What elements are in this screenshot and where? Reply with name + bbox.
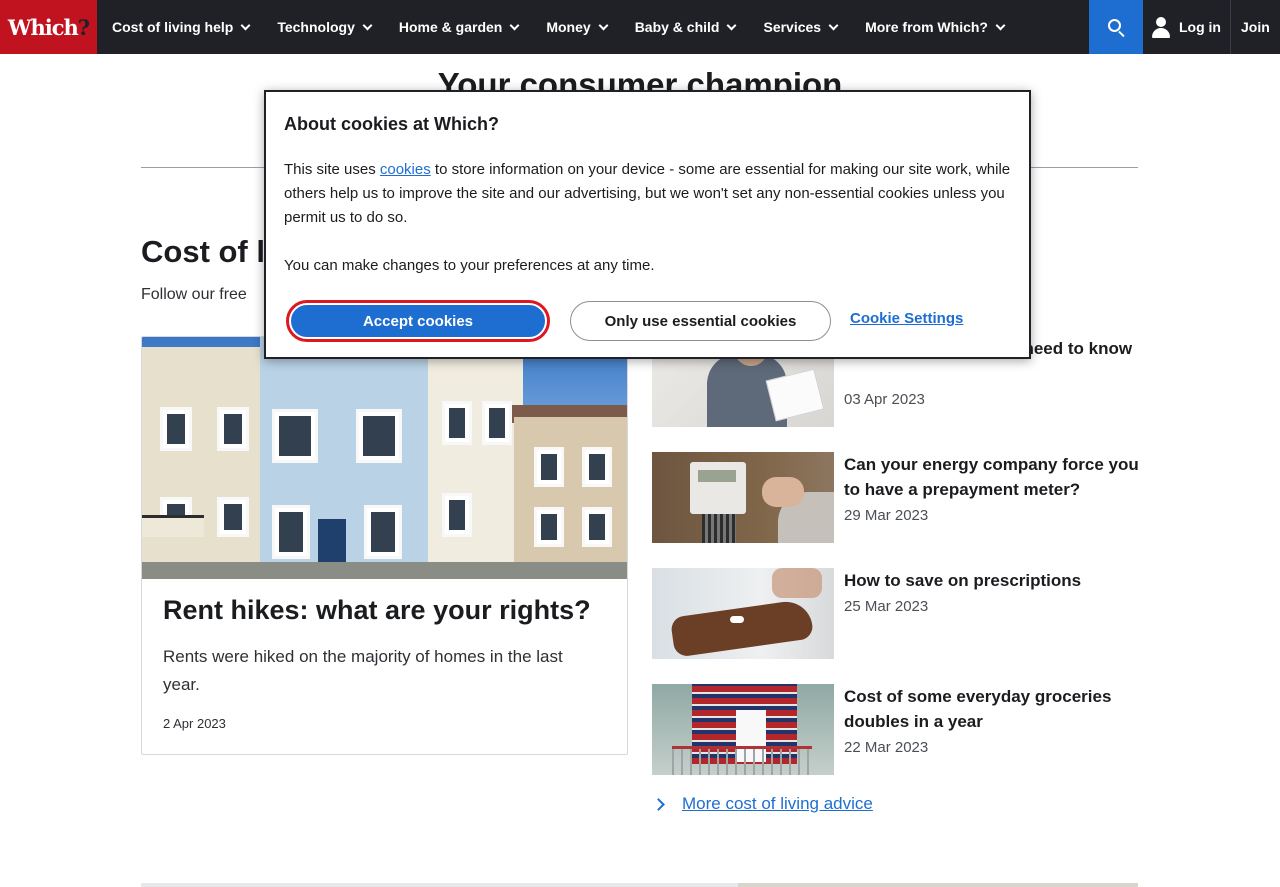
join-button[interactable]: Join bbox=[1241, 0, 1270, 54]
logo-question-mark: ? bbox=[77, 14, 90, 40]
list-item[interactable]: How to save on prescriptions 25 Mar 2023 bbox=[652, 568, 1138, 659]
nav-item-home-garden[interactable]: Home & garden bbox=[398, 19, 520, 35]
nav-item-services[interactable]: Services bbox=[763, 19, 839, 35]
user-icon bbox=[1151, 15, 1171, 39]
feature-description: Rents were hiked on the majority of home… bbox=[163, 647, 563, 694]
chevron-down-icon bbox=[828, 20, 839, 30]
feature-image bbox=[142, 337, 627, 579]
nav-item-cost-of-living[interactable]: Cost of living help bbox=[112, 19, 251, 35]
chevron-down-icon bbox=[240, 20, 251, 30]
accept-cookies-button[interactable]: Accept cookies bbox=[286, 300, 550, 342]
nav-item-baby-child[interactable]: Baby & child bbox=[634, 19, 737, 35]
feature-title[interactable]: Rent hikes: what are your rights? bbox=[163, 595, 591, 626]
article-date: 29 Mar 2023 bbox=[844, 507, 929, 524]
cookie-consent-dialog: About cookies at Which? This site uses c… bbox=[264, 90, 1031, 359]
list-item[interactable]: Can your energy company force you to hav… bbox=[652, 452, 1140, 543]
search-icon-handle bbox=[1118, 30, 1125, 38]
section-title: Cost of l bbox=[141, 234, 265, 269]
more-cost-of-living-link[interactable]: More cost of living advice bbox=[652, 792, 873, 816]
chevron-down-icon bbox=[598, 20, 609, 30]
chevron-down-icon bbox=[995, 20, 1006, 30]
top-nav: Which? Cost of living help Technology Ho… bbox=[0, 0, 1280, 54]
login-label: Log in bbox=[1179, 19, 1221, 35]
chevron-down-icon bbox=[509, 20, 520, 30]
cookie-dialog-title: About cookies at Which? bbox=[284, 114, 500, 134]
article-title[interactable]: Can your energy company force you to hav… bbox=[844, 452, 1140, 502]
article-thumbnail bbox=[652, 568, 834, 659]
join-label: Join bbox=[1241, 19, 1270, 35]
nav-item-label: Services bbox=[763, 19, 822, 35]
cookie-dialog-text: This site uses cookies to store informat… bbox=[284, 158, 1014, 230]
article-title[interactable]: How to save on prescriptions bbox=[844, 568, 1140, 593]
cookie-text-start: This site uses bbox=[284, 161, 380, 178]
cookie-dialog-text-2: You can make changes to your preferences… bbox=[284, 257, 655, 274]
section-subtitle: Follow our free bbox=[141, 286, 247, 303]
article-date: 03 Apr 2023 bbox=[844, 391, 925, 408]
nav-item-label: Cost of living help bbox=[112, 19, 234, 35]
article-date: 22 Mar 2023 bbox=[844, 739, 929, 756]
which-logo[interactable]: Which? bbox=[0, 0, 97, 54]
nav-item-more-from-which[interactable]: More from Which? bbox=[865, 19, 1006, 35]
nav-item-technology[interactable]: Technology bbox=[277, 19, 373, 35]
article-date: 25 Mar 2023 bbox=[844, 598, 929, 615]
nav-item-label: More from Which? bbox=[865, 19, 988, 35]
nav-item-label: Baby & child bbox=[634, 19, 720, 35]
essential-cookies-button[interactable]: Only use essential cookies bbox=[570, 301, 831, 341]
chevron-down-icon bbox=[727, 20, 737, 30]
nav-divider bbox=[1230, 0, 1231, 54]
search-button[interactable] bbox=[1089, 0, 1143, 54]
feature-article-card[interactable]: Rent hikes: what are your rights? Rents … bbox=[141, 336, 628, 755]
nav-item-money[interactable]: Money bbox=[546, 19, 609, 35]
nav-item-label: Technology bbox=[277, 19, 355, 35]
more-link-label[interactable]: More cost of living advice bbox=[682, 794, 873, 814]
article-title[interactable]: Cost of some everyday groceries doubles … bbox=[844, 684, 1140, 734]
logo-text: Which bbox=[7, 14, 79, 40]
search-icon bbox=[1107, 18, 1121, 32]
article-thumbnail bbox=[652, 452, 834, 543]
nav-item-label: Home & garden bbox=[398, 19, 503, 35]
next-section-edge bbox=[141, 883, 1138, 887]
nav-menu: Cost of living help Technology Home & ga… bbox=[97, 0, 1032, 54]
article-thumbnail bbox=[652, 684, 834, 775]
login-button[interactable]: Log in bbox=[1151, 0, 1221, 54]
feature-date: 2 Apr 2023 bbox=[163, 716, 226, 731]
chevron-right-icon bbox=[652, 797, 665, 811]
cookies-link[interactable]: cookies bbox=[380, 161, 431, 178]
nav-item-label: Money bbox=[546, 19, 591, 35]
list-item[interactable]: Cost of some everyday groceries doubles … bbox=[652, 684, 1138, 775]
cookie-settings-link[interactable]: Cookie Settings bbox=[850, 310, 963, 327]
chevron-down-icon bbox=[362, 20, 373, 30]
